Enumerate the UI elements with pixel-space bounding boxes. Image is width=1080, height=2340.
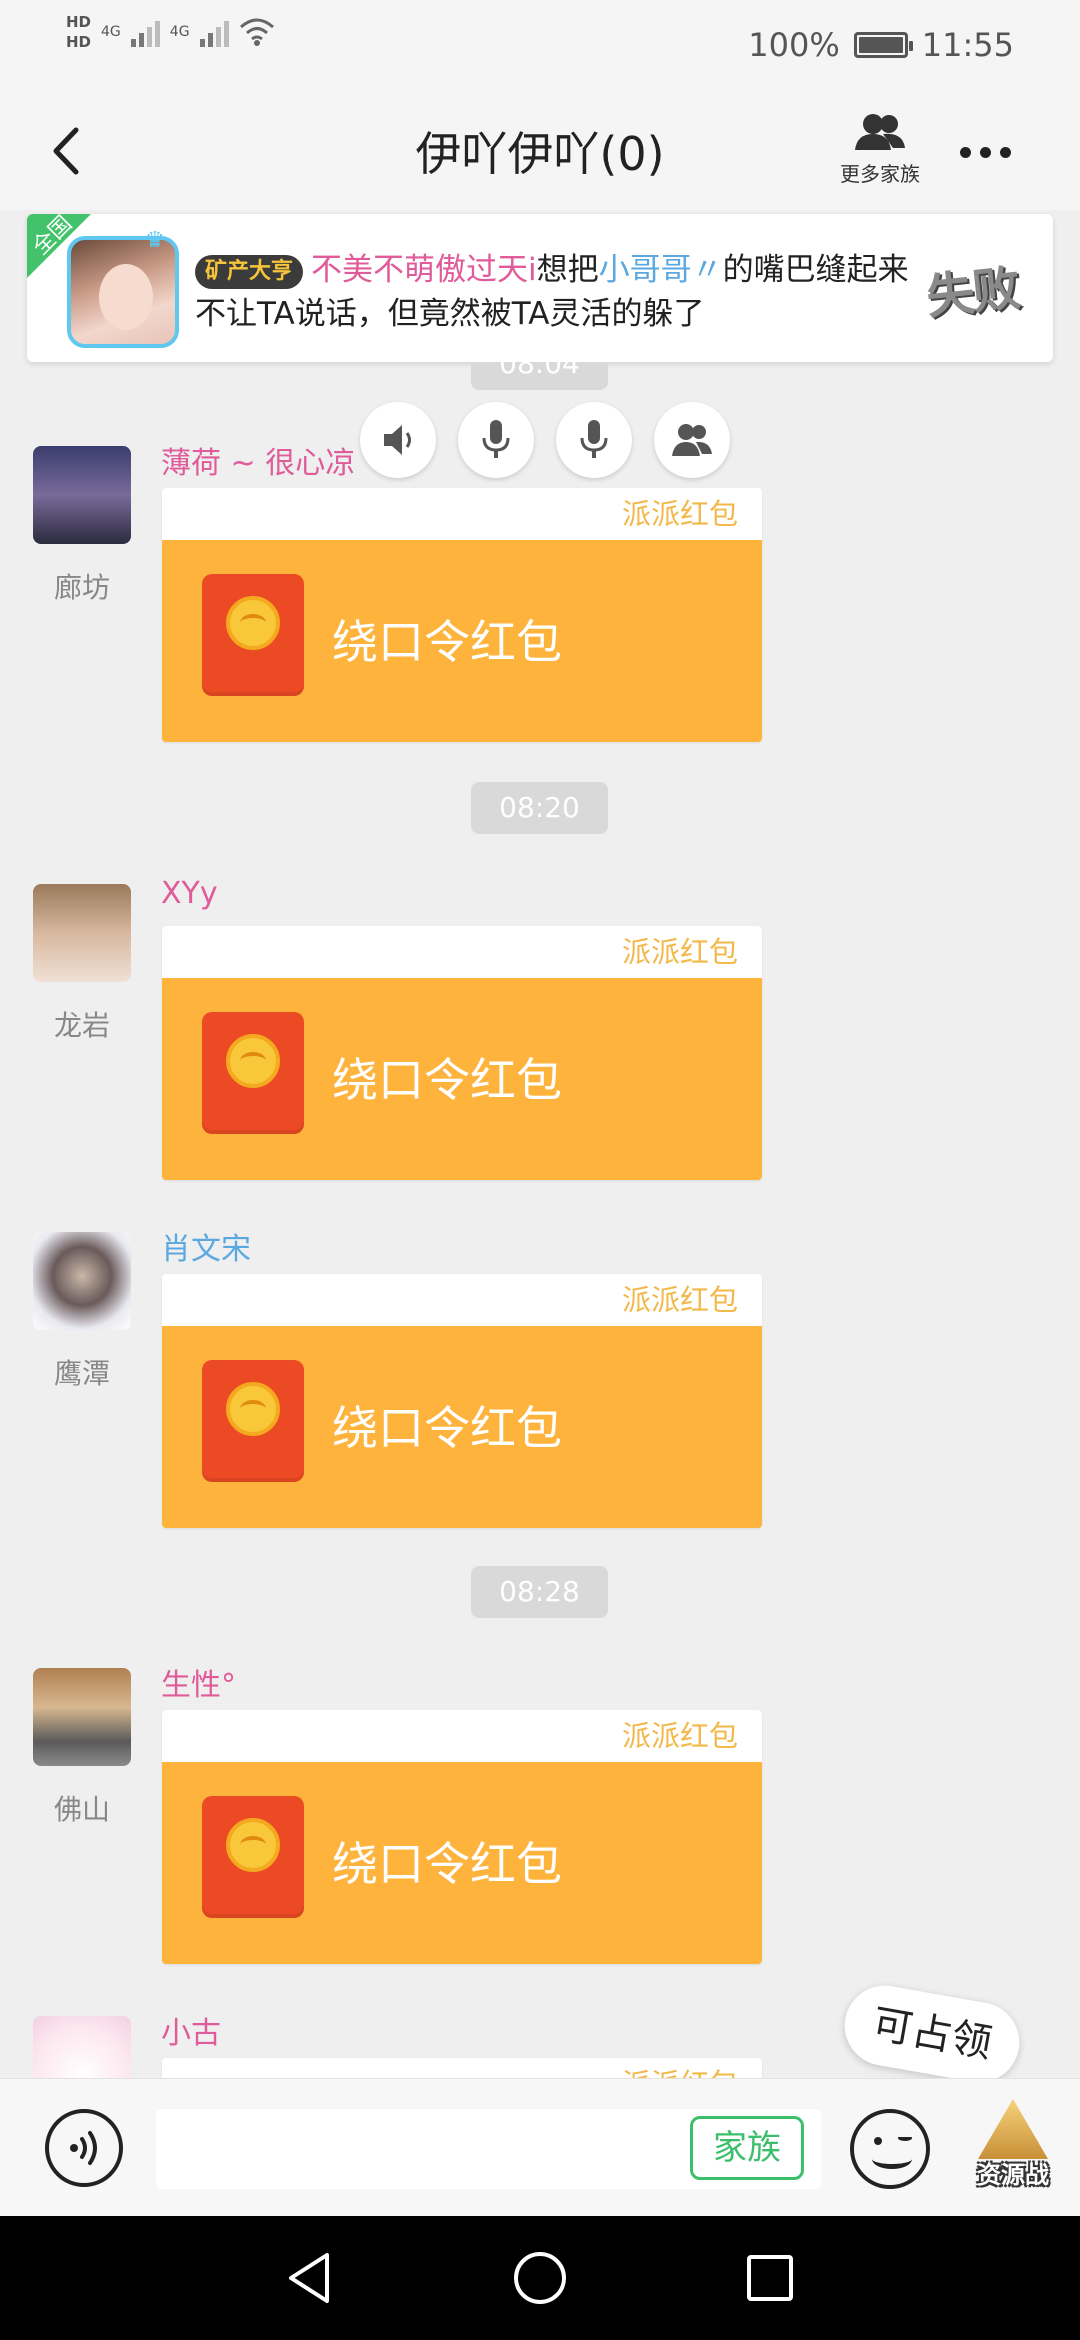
nav-back-button[interactable] [278,2246,342,2310]
triangle-back-icon [289,2253,329,2303]
speaker-icon [384,425,411,455]
signal-icon [130,17,160,47]
members-icon [672,424,712,456]
sender-name[interactable]: XYy [161,876,218,911]
avatar[interactable] [33,884,131,982]
avatar[interactable] [33,1232,131,1330]
avatar[interactable] [33,2016,131,2078]
mic-button[interactable] [458,402,534,478]
avatar[interactable] [33,446,131,544]
time-pill: 08:04 [471,362,608,390]
voice-input-button[interactable] [45,2109,123,2187]
square-recents-icon [747,2255,793,2301]
network-label-2: 4G [169,24,190,40]
red-packet-label: 绕口令红包 [332,1401,562,1455]
sender-city: 佛山 [53,1793,110,1826]
mine-tycoon-badge: 矿产大亨 [195,254,304,289]
mic-alt-icon [580,420,608,458]
network-label-1: 4G [101,24,121,40]
mic-icon [482,420,510,458]
red-envelope-icon [202,574,304,696]
emoji-icon [874,2137,882,2145]
chat-list[interactable]: 08:04 廊坊 薄荷 ~ 很心凉 派派红包 绕口令红包 08:20 龙岩 XY… [0,362,1080,2078]
sender-name[interactable]: 小古 [161,2008,221,2052]
crown-icon: ♛ [145,228,165,253]
emoji-button[interactable] [850,2109,930,2189]
clock: 11:55 [921,26,1014,64]
voice-toolbar [360,402,730,478]
red-packet[interactable]: 派派红包 绕口令红包 [162,1710,762,1964]
red-packet[interactable]: 派派红包 绕口令红包 [162,488,762,742]
status-bar: HD HD 4G 4G 100% 11:55 [0,0,1080,92]
red-packet-header: 派派红包 [162,2058,762,2078]
red-packet-label: 绕口令红包 [332,1053,562,1107]
avatar[interactable] [33,1668,131,1766]
more-family-button[interactable]: 更多家族 [830,112,930,187]
resource-war-button[interactable]: 资源战 [968,2099,1058,2197]
banner-text1: 想把 [536,252,599,288]
mountain-icon [978,2099,1048,2159]
hd2-label: HD [66,33,92,51]
hd-indicator: HD HD [66,14,91,50]
fail-stamp: 失败 [923,260,1022,326]
red-envelope-icon [202,1012,304,1134]
sender-city: 廊坊 [53,571,110,604]
signal-icon-2 [199,17,229,47]
wifi-icon [239,18,274,46]
sender-name[interactable]: 生性° [161,1660,236,1704]
nav-home-button[interactable] [508,2246,572,2310]
speaker-button[interactable] [360,402,436,478]
red-packet[interactable]: 派派红包 绕口令红包 [162,926,762,1180]
voice-wave-icon [70,2131,97,2165]
red-packet-header: 派派红包 [162,1710,762,1762]
banner-user2[interactable]: 小哥哥〃 [599,252,723,288]
title-bar: 伊吖伊吖(0) 更多家族 [0,92,1080,210]
red-packet-label: 绕口令红包 [332,615,562,669]
battery-icon [853,32,913,58]
nav-recents-button[interactable] [738,2246,802,2310]
system-nav-bar [0,2216,1080,2340]
sender-city: 龙岩 [53,1009,110,1042]
hd1-label: HD [66,13,92,31]
red-packet-header: 派派红包 [162,488,762,540]
red-packet-label: 绕口令红包 [332,1837,562,1891]
group-icon [855,114,905,150]
resource-war-label: 资源战 [977,2161,1049,2189]
sender-name[interactable]: 薄荷 ~ 很心凉 [161,438,355,482]
more-family-label: 更多家族 [840,162,920,186]
members-button[interactable] [654,402,730,478]
sender-name[interactable]: 肖文宋 [161,1224,251,1268]
family-button[interactable]: 家族 [690,2116,804,2180]
broadcast-banner[interactable]: 全国 ♛ 矿产大亨 不美不萌傲过天i想把小哥哥〃的嘴巴缝起来不让TA说话，但竟然被… [27,214,1053,362]
input-bar: 家族 资源战 [0,2078,1080,2216]
banner-message: 矿产大亨 不美不萌傲过天i想把小哥哥〃的嘴巴缝起来不让TA说话，但竟然被TA灵活的… [195,248,915,336]
red-packet[interactable]: 派派红包 [162,2058,762,2078]
time-pill: 08:20 [471,782,608,834]
red-packet-header: 派派红包 [162,926,762,978]
mic-alt-button[interactable] [556,402,632,478]
circle-home-icon [514,2252,566,2304]
red-envelope-icon [202,1796,304,1918]
sender-city: 鹰潭 [53,1357,110,1390]
red-packet[interactable]: 派派红包 绕口令红包 [162,1274,762,1528]
time-pill: 08:28 [471,1566,608,1618]
more-options-button[interactable] [950,122,1020,182]
more-dots-icon [959,146,971,158]
red-envelope-icon [202,1360,304,1482]
battery-percent: 100% [748,26,840,64]
banner-user1[interactable]: 不美不萌傲过天i [311,252,537,288]
red-packet-header: 派派红包 [162,1274,762,1326]
